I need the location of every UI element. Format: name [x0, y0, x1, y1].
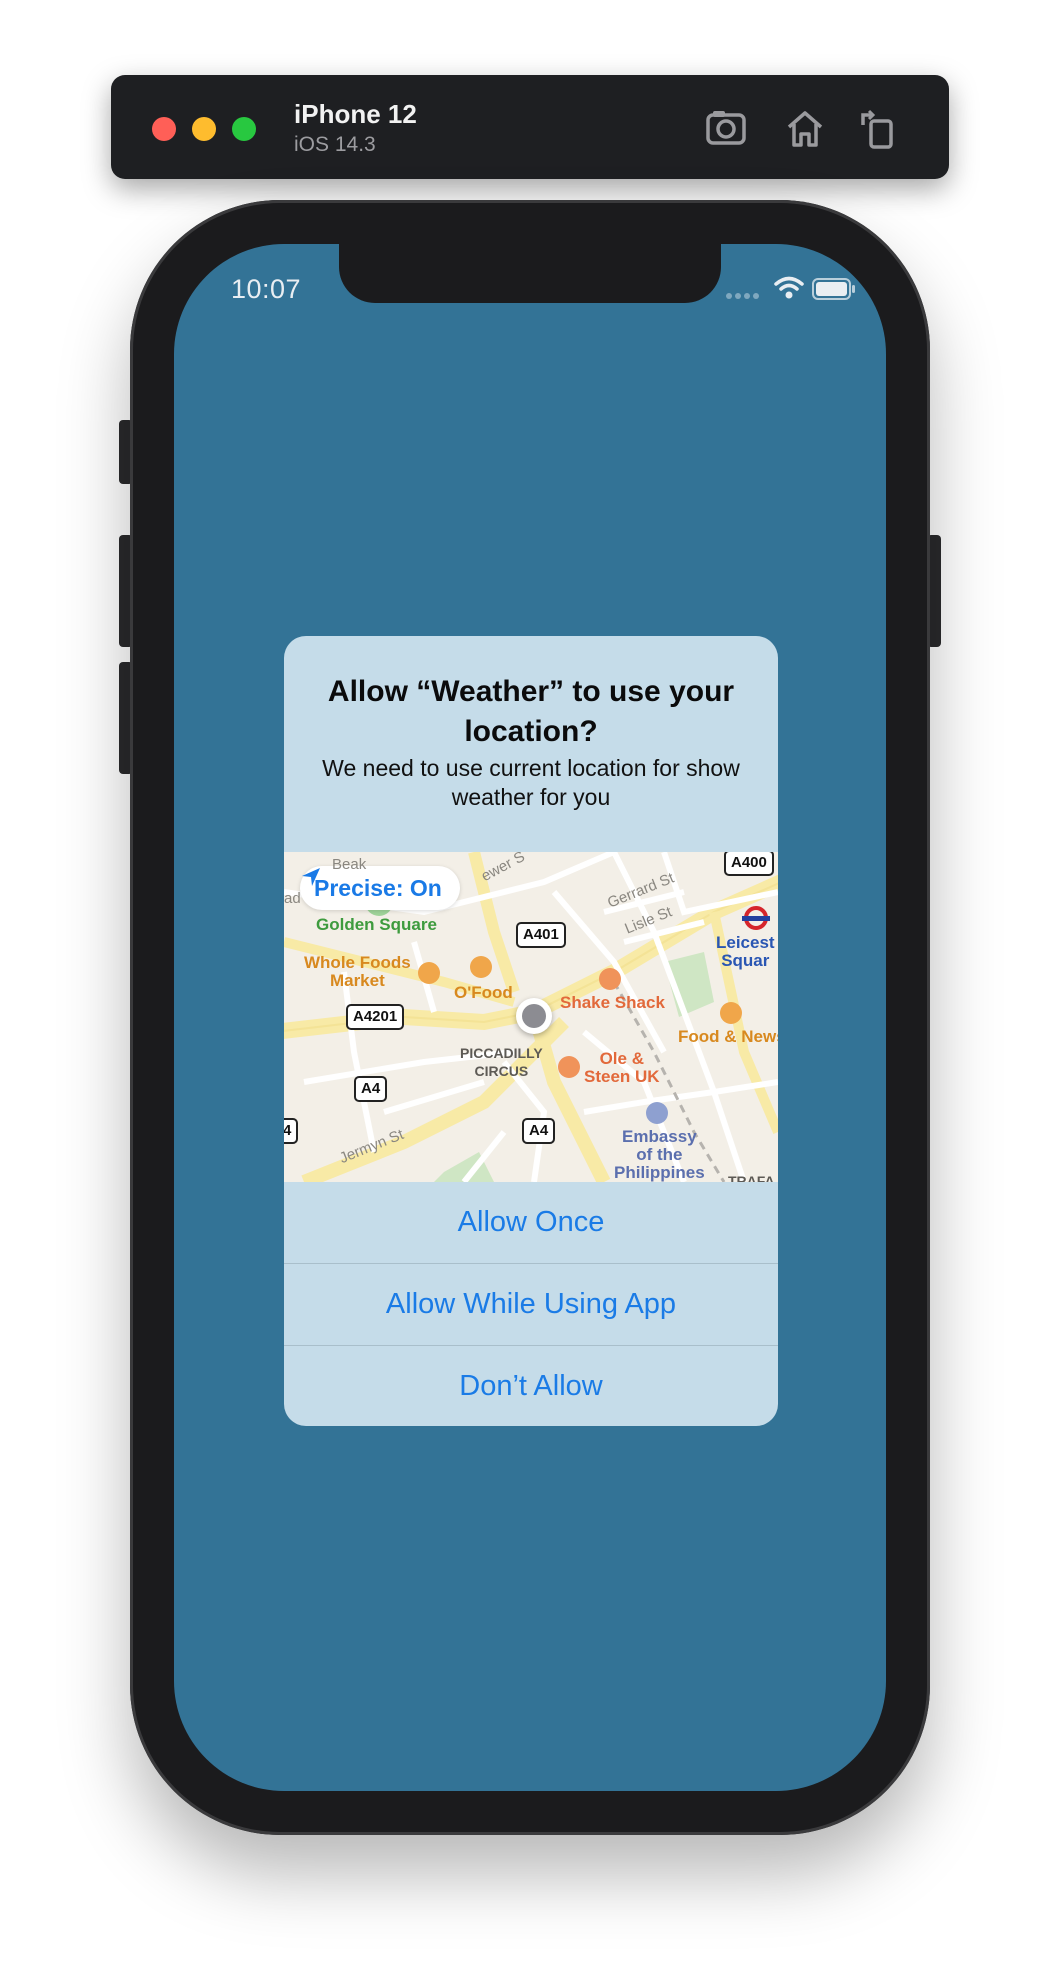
map-poi-shake-shack: Shake Shack [560, 993, 665, 1012]
location-permission-alert: Allow “Weather” to use your location? We… [284, 636, 778, 1426]
map-poi-piccadilly-circus: PICCADILLY CIRCUS [460, 1045, 543, 1079]
status-icons [726, 276, 856, 302]
map-poi-ofood: O'Food [454, 983, 513, 1002]
status-time: 10:07 [231, 274, 302, 304]
grocery-icon [418, 962, 440, 984]
alert-title: Allow “Weather” to use your location? [327, 675, 735, 748]
grocery-icon [720, 1002, 742, 1024]
zoom-window-button[interactable] [232, 117, 256, 141]
grocery-icon [470, 956, 492, 978]
minimize-window-button[interactable] [192, 117, 216, 141]
alert-message: We need to use current location for show… [322, 755, 740, 810]
theater-icon [558, 1056, 580, 1078]
screenshot-icon[interactable] [703, 105, 751, 153]
location-arrow-icon [302, 868, 320, 886]
cellular-signal-icon [726, 286, 762, 299]
map-poi-golden-square: Golden Square [316, 915, 437, 934]
restaurant-icon [599, 968, 621, 990]
road-shield-a400: A400 [724, 852, 774, 876]
device-name: iPhone 12 [294, 99, 417, 129]
map-poi-food-news: Food & News [678, 1027, 778, 1046]
map-poi-embassy: Embassy of the Philippines [614, 1127, 705, 1182]
wifi-icon [774, 276, 804, 299]
map-street-label: ad [284, 890, 301, 907]
home-icon[interactable] [781, 105, 829, 153]
map-poi-ole-steen: Ole & Steen UK [584, 1049, 660, 1086]
road-shield-a4201: A4201 [346, 1004, 405, 1030]
close-window-button[interactable] [152, 117, 176, 141]
allow-while-using-button[interactable]: Allow While Using App [284, 1263, 778, 1345]
precise-location-toggle[interactable]: Precise: On [300, 866, 460, 910]
simulator-toolbar: iPhone 12 iOS 14.3 [111, 75, 949, 179]
dont-allow-button[interactable]: Don’t Allow [284, 1345, 778, 1426]
road-shield-a401: A401 [516, 922, 566, 948]
underground-icon [742, 906, 770, 930]
map-poi-whole-foods: Whole Foods Market [304, 953, 411, 990]
allow-once-button[interactable]: Allow Once [284, 1182, 778, 1263]
location-map[interactable]: Precise: On ad Beak ewer S Gerrard St Li… [284, 852, 778, 1182]
os-version: iOS 14.3 [294, 133, 376, 156]
map-poi-trafalgar: TRAFA [728, 1173, 775, 1182]
road-shield-a4: A4 [522, 1118, 556, 1144]
notch [339, 244, 721, 303]
rotate-icon[interactable] [855, 105, 903, 153]
precise-label: Precise: On [314, 874, 442, 901]
current-location-marker [516, 998, 552, 1034]
road-shield-a4: A4 [354, 1076, 388, 1102]
embassy-icon [646, 1102, 668, 1124]
road-shield-a4: 4 [284, 1118, 299, 1144]
map-poi-leicester-square: Leicest Squar [716, 933, 775, 970]
map-street-label: Beak [332, 856, 367, 873]
battery-icon [812, 278, 855, 300]
